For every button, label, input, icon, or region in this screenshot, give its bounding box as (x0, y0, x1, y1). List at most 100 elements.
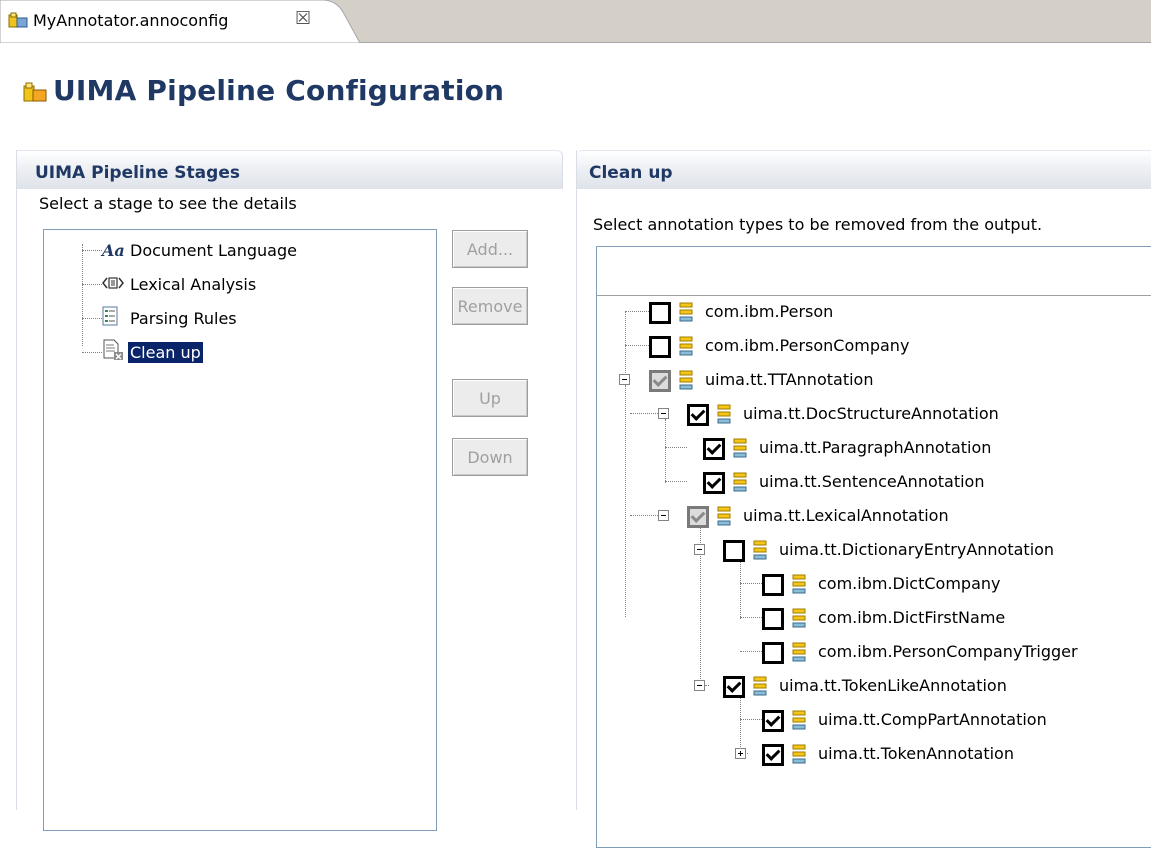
tree-connector (625, 311, 626, 375)
tree-connector (630, 413, 658, 414)
stage-item-clean-up[interactable]: Clean up (102, 339, 203, 365)
cleanup-description: Select annotation types to be removed fr… (593, 215, 1043, 234)
move-down-button[interactable]: Down (452, 438, 528, 476)
type-checkbox[interactable] (723, 540, 745, 562)
annotation-type-icon (679, 370, 693, 394)
type-checkbox[interactable] (762, 744, 784, 766)
tree-item-label: uima.tt.TokenAnnotation (818, 744, 1014, 763)
tree-connector (82, 318, 102, 319)
type-checkbox[interactable] (687, 506, 709, 528)
tree-item-label: com.ibm.DictCompany (818, 574, 1001, 593)
collapse-icon[interactable] (658, 408, 669, 419)
cleanup-header: Clean up (577, 150, 1151, 189)
tree-connector (625, 385, 626, 617)
editor-tab[interactable]: MyAnnotator.annoconfig ☒ (0, 0, 330, 42)
tree-item-label: com.ibm.PersonCompany (705, 336, 910, 355)
type-checkbox[interactable] (762, 574, 784, 596)
annotation-type-icon (792, 642, 806, 666)
tree-connector (740, 651, 762, 652)
tree-connector (740, 583, 762, 584)
stage-label: Lexical Analysis (130, 274, 257, 294)
move-up-button[interactable]: Up (452, 379, 528, 417)
type-checkbox[interactable] (703, 438, 725, 460)
tree-item-label: uima.tt.CompPartAnnotation (818, 710, 1047, 729)
stage-item-lexical-analysis[interactable]: Lexical Analysis (102, 271, 258, 297)
tree-connector (82, 284, 102, 285)
tree-item-label: com.ibm.PersonCompanyTrigger (818, 642, 1078, 661)
tree-item-label: com.ibm.Person (705, 302, 834, 321)
tree-connector (740, 691, 741, 755)
page-title: UIMA Pipeline Configuration (53, 74, 505, 107)
type-checkbox[interactable] (649, 336, 671, 358)
type-checkbox[interactable] (762, 710, 784, 732)
tree-connector (665, 481, 687, 482)
type-checkbox[interactable] (762, 642, 784, 664)
type-checkbox[interactable] (723, 676, 745, 698)
tree-connector (740, 719, 762, 720)
stage-label: Document Language (130, 240, 297, 260)
stage-list[interactable]: Aa Document Language Lexical Analysis Pa… (43, 229, 437, 831)
annotation-type-icon (733, 438, 747, 462)
annotation-type-icon (753, 676, 767, 700)
pipeline-stages-section: UIMA Pipeline Stages Select a stage to s… (16, 150, 563, 831)
tree-item-label: com.ibm.DictFirstName (818, 608, 1006, 627)
annotation-type-tree[interactable]: com.ibm.Person com.ibm.PersonCompany uim… (596, 246, 1151, 848)
stage-item-parsing-rules[interactable]: Parsing Rules (102, 305, 239, 331)
annotation-type-icon (792, 574, 806, 598)
tree-item-label: uima.tt.TokenLikeAnnotation (779, 676, 1007, 695)
tree-connector (625, 345, 649, 346)
lexical-icon (102, 275, 128, 294)
annotation-type-icon (753, 540, 767, 564)
stage-item-document-language[interactable]: Aa Document Language (102, 237, 299, 263)
cleanup-title: Clean up (589, 163, 673, 183)
annotation-type-icon (733, 472, 747, 496)
tree-item-label: uima.tt.TTAnnotation (705, 370, 874, 389)
cleanup-section: Clean up Select annotation types to be r… (576, 150, 1151, 848)
annotation-type-icon (717, 404, 731, 428)
editor-tab-strip: MyAnnotator.annoconfig ☒ (0, 0, 1151, 43)
tree-header-bar (597, 247, 1151, 296)
collapse-icon[interactable] (694, 544, 705, 555)
pipeline-stages-description: Select a stage to see the details (39, 194, 297, 213)
type-checkbox[interactable] (762, 608, 784, 630)
type-checkbox[interactable] (703, 472, 725, 494)
cleanup-document-icon (102, 339, 128, 365)
pipeline-stages-header: UIMA Pipeline Stages (17, 150, 563, 189)
collapse-icon[interactable] (694, 680, 705, 691)
annotation-type-icon (717, 506, 731, 530)
tree-connector (82, 352, 102, 353)
stage-label: Parsing Rules (130, 308, 237, 328)
expand-icon[interactable] (735, 748, 746, 759)
add-stage-button[interactable]: Add... (452, 230, 528, 268)
stage-label: Clean up (128, 341, 203, 363)
annotator-config-icon (8, 12, 28, 34)
tab-title: MyAnnotator.annoconfig (33, 11, 229, 30)
tree-connector (82, 244, 83, 346)
close-tab-icon[interactable]: ☒ (295, 10, 311, 28)
uima-config-icon (22, 82, 48, 108)
collapse-icon[interactable] (619, 374, 630, 385)
annotation-type-icon (792, 608, 806, 632)
annotation-type-icon (679, 302, 693, 326)
remove-stage-button[interactable]: Remove (452, 287, 528, 325)
type-checkbox[interactable] (649, 370, 671, 392)
tree-item-label: uima.tt.DictionaryEntryAnnotation (779, 540, 1055, 559)
type-checkbox[interactable] (687, 404, 709, 426)
tree-connector (705, 685, 709, 686)
tree-connector (665, 447, 687, 448)
tree-item-label: uima.tt.DocStructureAnnotation (743, 404, 999, 423)
font-aa-icon: Aa (102, 240, 125, 260)
tree-connector (630, 515, 658, 516)
tree-item-label: uima.tt.ParagraphAnnotation (759, 438, 992, 457)
tree-connector (665, 419, 666, 483)
annotation-type-icon (679, 336, 693, 360)
type-checkbox[interactable] (649, 302, 671, 324)
pipeline-stages-title: UIMA Pipeline Stages (35, 163, 240, 183)
annotation-type-icon (792, 744, 806, 768)
collapse-icon[interactable] (658, 510, 669, 521)
rules-list-icon (102, 306, 128, 330)
annotation-type-icon (792, 710, 806, 734)
tree-connector (740, 617, 762, 618)
tree-connector (82, 250, 102, 251)
tree-item-label: uima.tt.LexicalAnnotation (743, 506, 949, 525)
